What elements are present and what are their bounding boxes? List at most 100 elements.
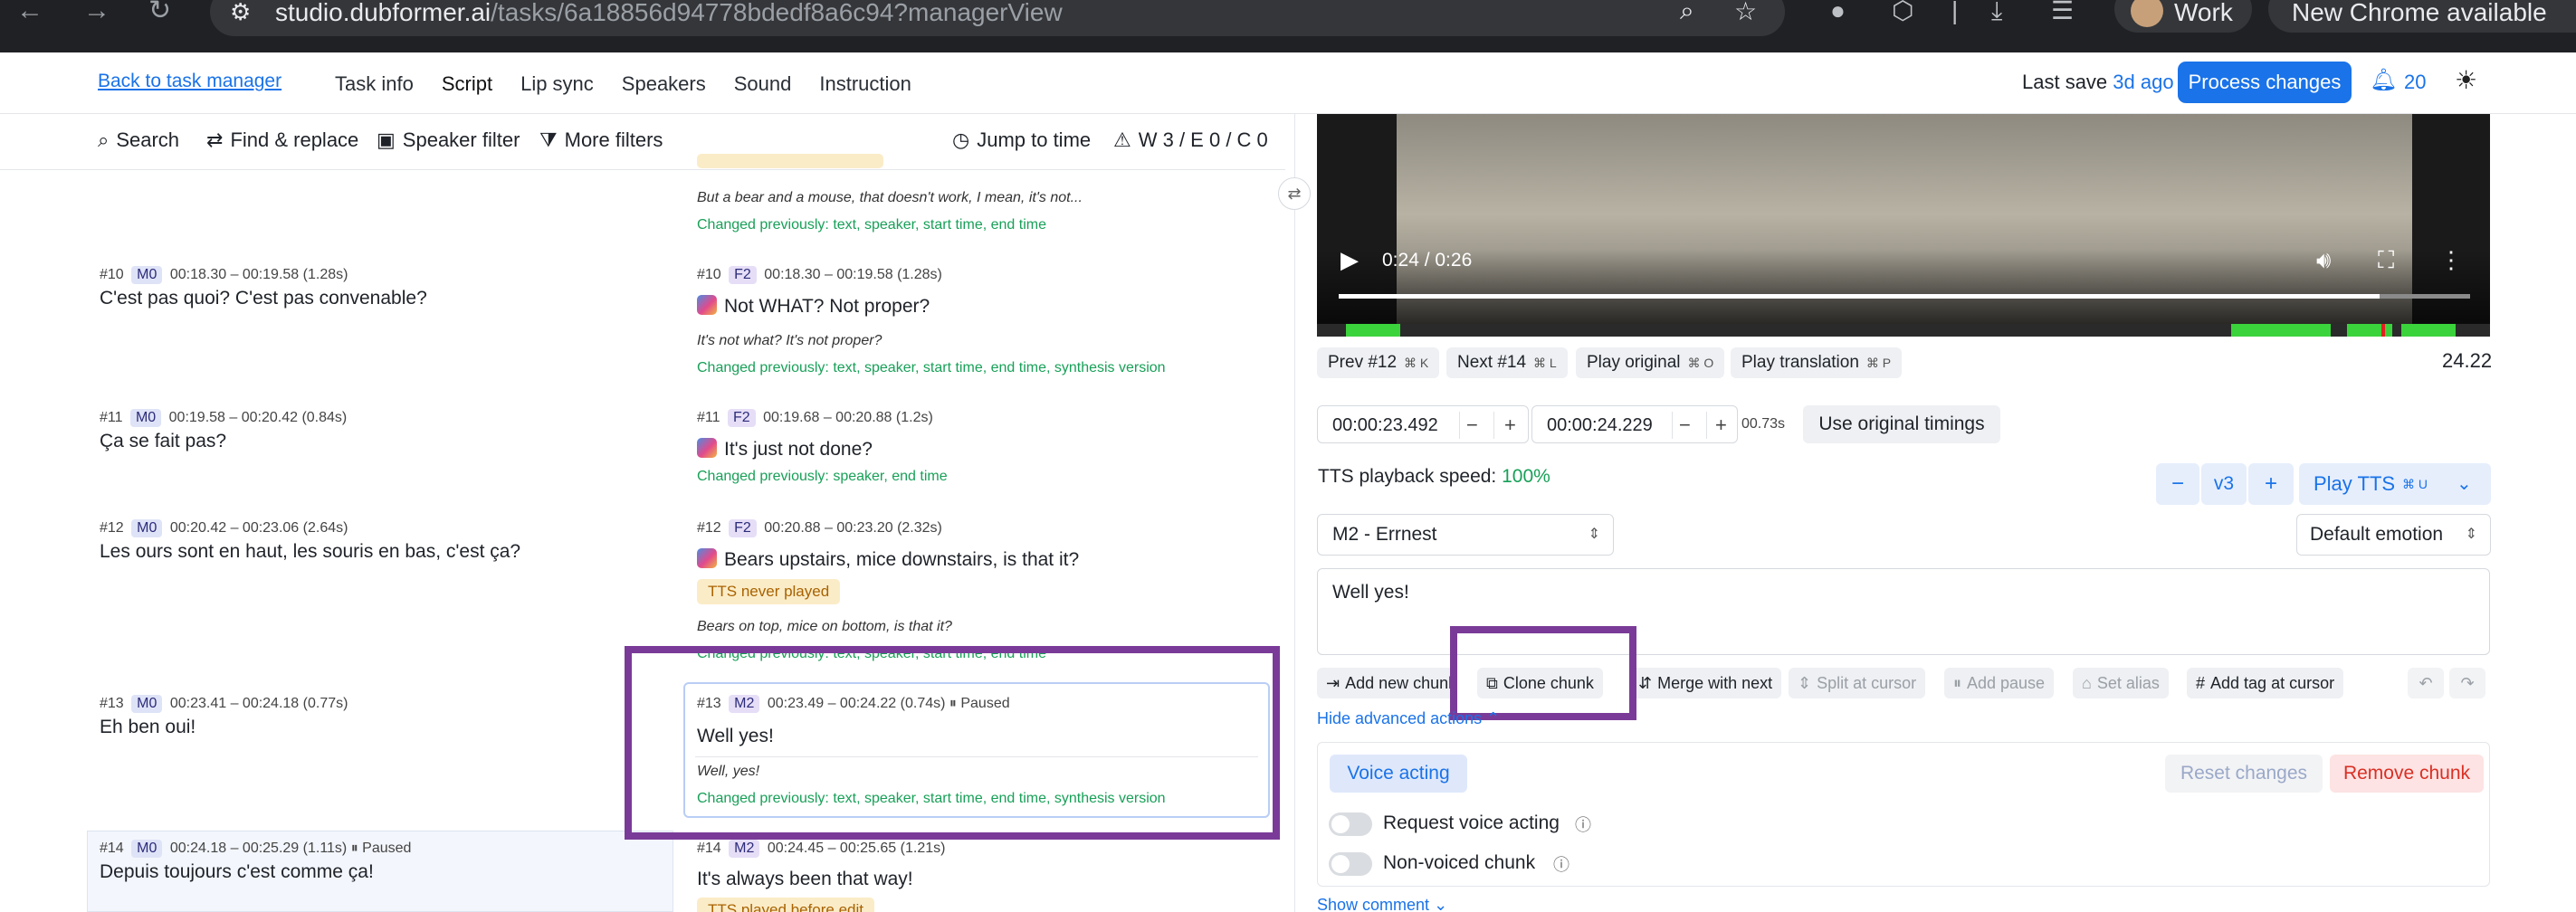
original-text[interactable]: C'est pas quoi? C'est pas convenable? <box>100 288 427 309</box>
set-alias-button[interactable]: ⌂ Set alias <box>2073 668 2169 698</box>
split-at-cursor-button[interactable]: ⇕ Split at cursor <box>1789 668 1926 698</box>
play-tts-button[interactable]: Play TTS ⌘ U ⌄ <box>2299 463 2491 505</box>
chunk-text[interactable]: Well yes! <box>1332 582 1409 603</box>
speaker-badge[interactable]: M0 <box>131 695 163 713</box>
zoom-icon[interactable]: ⌕ <box>1680 0 1694 26</box>
original-text[interactable]: Depuis toujours c'est comme ça! <box>100 861 374 883</box>
translation-text[interactable]: It's always been that way! <box>697 869 913 890</box>
more-options-icon[interactable]: ⋮ <box>2439 246 2463 274</box>
original-text[interactable]: Les ours sont en haut, les souris en bas… <box>100 541 520 563</box>
reload-icon[interactable]: ↻ <box>148 0 171 24</box>
minus-icon[interactable]: − <box>1679 413 1691 437</box>
tab-instruction[interactable]: Instruction <box>819 72 911 96</box>
timeline-segment[interactable] <box>2401 324 2456 337</box>
voice-acting-tab[interactable]: Voice acting <box>1330 755 1467 793</box>
video-player[interactable]: ▶ 0:24 / 0:26 🔊︎ ⛶ ⋮ <box>1317 114 2490 337</box>
profile-button[interactable]: Work <box>2114 0 2252 33</box>
speaker-badge[interactable]: F2 <box>729 519 757 537</box>
start-time-value[interactable]: 00:00:23.492 <box>1332 415 1438 436</box>
request-voice-acting-toggle[interactable] <box>1329 812 1372 836</box>
timeline-cursor[interactable] <box>2381 324 2385 337</box>
remove-chunk-button[interactable]: Remove chunk <box>2330 755 2484 793</box>
plus-icon[interactable]: + <box>1504 413 1516 437</box>
redo-icon[interactable]: ↷ <box>2449 668 2485 698</box>
tab-task-info[interactable]: Task info <box>335 72 414 96</box>
tts-speed[interactable]: TTS playback speed: 100% <box>1318 466 1550 488</box>
find-replace-button[interactable]: ⇄ Find & replace <box>206 128 358 152</box>
timeline-segment[interactable] <box>2231 324 2331 337</box>
tab-lip-sync[interactable]: Lip sync <box>520 72 594 96</box>
chunk-text-editor[interactable]: Well yes! <box>1317 568 2490 655</box>
info-icon[interactable]: ⓘ <box>1553 852 1569 876</box>
volume-icon[interactable]: 🔊︎ <box>2316 246 2331 275</box>
forward-arrow-icon[interactable]: → <box>83 0 110 24</box>
site-settings-icon[interactable]: ⚙ <box>230 0 251 26</box>
original-text[interactable]: Ça se fait pas? <box>100 431 226 452</box>
panel-divider[interactable] <box>1294 114 1295 912</box>
tab-script[interactable]: Script <box>442 72 492 96</box>
reading-list-icon[interactable]: ☰ <box>2051 0 2074 24</box>
add-pause-button[interactable]: ⏸ Add pause <box>1944 668 2055 698</box>
play-icon[interactable]: ▶ <box>1340 246 1359 274</box>
non-voiced-chunk-toggle[interactable] <box>1329 852 1372 876</box>
version-plus-button[interactable]: + <box>2248 463 2294 505</box>
speaker-badge[interactable]: M0 <box>131 840 163 858</box>
info-icon[interactable]: ⓘ <box>1575 812 1591 836</box>
emotion-select[interactable]: Default emotion ⇕ <box>2296 514 2491 556</box>
chunk-timeline[interactable] <box>1317 324 2490 337</box>
add-tag-at-cursor-button[interactable]: # Add tag at cursor <box>2187 668 2344 698</box>
download-icon[interactable]: ⤓ <box>1991 0 2002 24</box>
warnings-counter[interactable]: ⚠ W 3 / E 0 / C 0 <box>1113 128 1268 152</box>
more-filters-button[interactable]: ⧩ More filters <box>539 128 663 152</box>
video-scrubber[interactable] <box>1339 294 2470 299</box>
next-chunk-button[interactable]: Next #14 ⌘ L <box>1446 347 1568 378</box>
minus-icon[interactable]: − <box>1466 413 1478 437</box>
bell-icon[interactable]: 🔔︎ <box>2370 67 2397 93</box>
translation-text[interactable]: Not WHAT? Not proper? <box>697 295 930 318</box>
translation-text[interactable]: It's just not done? <box>697 438 873 461</box>
back-to-task-manager-link[interactable]: Back to task manager <box>98 71 281 92</box>
speaker-badge[interactable]: F2 <box>727 409 756 427</box>
version-minus-button[interactable]: − <box>2156 463 2199 505</box>
speaker-filter-button[interactable]: ▣ Speaker filter <box>377 128 520 152</box>
reset-changes-button[interactable]: Reset changes <box>2165 755 2323 793</box>
start-time-field[interactable]: 00:00:23.492 − + <box>1317 405 1529 443</box>
update-chrome-button[interactable]: New Chrome available <box>2268 0 2576 33</box>
tab-sound[interactable]: Sound <box>734 72 792 96</box>
undo-icon[interactable]: ↶ <box>2408 668 2444 698</box>
plus-icon[interactable]: + <box>1715 413 1727 437</box>
address-bar[interactable]: ⚙ studio.dubformer.ai/tasks/6a18856d9477… <box>210 0 1785 36</box>
notification-count[interactable]: 20 <box>2404 71 2426 94</box>
speaker-select[interactable]: M2 - Errnest ⇕ <box>1317 514 1614 556</box>
translation-text[interactable]: Bears upstairs, mice downstairs, is that… <box>697 548 1079 571</box>
speaker-badge[interactable]: M2 <box>729 840 760 858</box>
extension-icon[interactable]: ● <box>1830 0 1846 24</box>
speaker-badge[interactable]: F2 <box>729 266 757 284</box>
speaker-badge[interactable]: M0 <box>129 409 162 427</box>
speaker-badge[interactable]: M0 <box>131 519 163 537</box>
swap-icon[interactable]: ⇄ <box>1278 177 1311 210</box>
end-time-field[interactable]: 00:00:24.229 − + <box>1531 405 1738 443</box>
hide-advanced-actions-link[interactable]: Hide advanced actions ⌃ <box>1317 709 1500 728</box>
prev-chunk-button[interactable]: Prev #12 ⌘ K <box>1317 347 1440 378</box>
puzzle-icon[interactable]: ⬡ <box>1892 0 1913 24</box>
process-changes-button[interactable]: Process changes <box>2178 62 2352 103</box>
timeline-segment[interactable] <box>2347 324 2392 337</box>
play-original-button[interactable]: Play original ⌘ O <box>1576 347 1725 378</box>
tab-speakers[interactable]: Speakers <box>622 72 706 96</box>
translation-text[interactable]: Well yes! <box>697 726 774 747</box>
merge-with-next-button[interactable]: ⇵ Merge with next <box>1629 668 1782 698</box>
play-translation-button[interactable]: Play translation ⌘ P <box>1731 347 1903 378</box>
bookmark-star-icon[interactable]: ☆ <box>1734 0 1757 26</box>
use-original-timings-button[interactable]: Use original timings <box>1803 405 2000 443</box>
fullscreen-icon[interactable]: ⛶ <box>2378 246 2394 275</box>
add-new-chunk-button[interactable]: ⇥ Add new chunk <box>1317 668 1456 698</box>
timeline-segment[interactable] <box>1346 324 1400 337</box>
url-text[interactable]: studio.dubformer.ai/tasks/6a18856d94778b… <box>275 0 1063 27</box>
show-comment-link[interactable]: Show comment ⌄ <box>1317 896 1447 912</box>
chevron-down-icon[interactable]: ⌄ <box>2457 463 2472 505</box>
clone-chunk-button[interactable]: ⧉ Clone chunk <box>1477 668 1603 698</box>
theme-toggle-icon[interactable]: ☀ <box>2455 65 2477 95</box>
speaker-badge[interactable]: M2 <box>729 695 760 713</box>
original-text[interactable]: Eh ben oui! <box>100 717 196 738</box>
